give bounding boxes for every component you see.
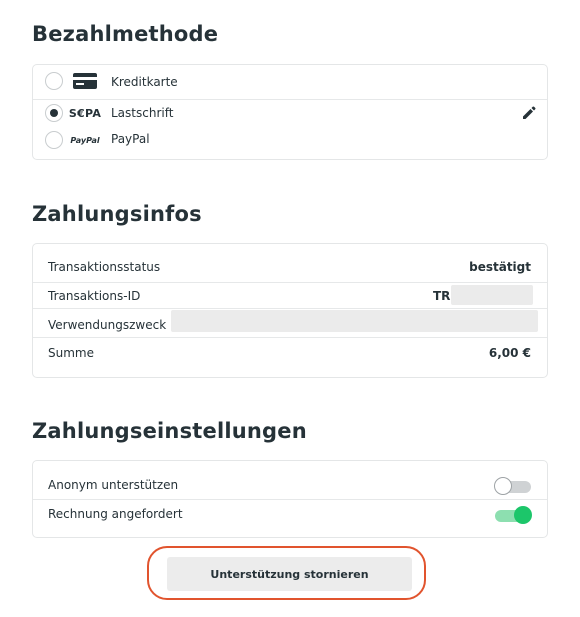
info-label: Transaktions-ID [48,289,141,303]
status-value: bestätigt [469,260,531,274]
payment-option-lastschrift[interactable]: S€PA Lastschrift [33,99,547,127]
payment-info-card: Transaktionsstatus bestätigt Transaktion… [32,243,548,378]
payment-option-label: PayPal [111,132,150,146]
payment-settings-title: Zahlungseinstellungen [32,419,307,443]
payment-info-title: Zahlungsinfos [32,202,202,226]
info-label: Summe [48,346,94,360]
toggle-knob [514,506,532,524]
payment-option-paypal[interactable]: PayPal PayPal [33,127,547,155]
sum-value: 6,00 € [488,346,531,360]
setting-row-anonymous: Anonym unterstützen [33,473,547,499]
setting-row-invoice: Rechnung angefordert [33,501,547,527]
anonymous-toggle[interactable] [494,477,531,495]
radio-kreditkarte[interactable] [45,72,63,90]
toggle-knob [494,477,512,495]
info-row-purpose: Verwendungszweck [33,310,547,336]
radio-lastschrift[interactable] [45,104,63,122]
divider [33,337,547,338]
info-label: Transaktionsstatus [48,260,161,274]
cancel-support-button[interactable]: Unterstützung stornieren [167,557,412,591]
setting-label: Anonym unterstützen [48,478,179,492]
divider [33,308,547,309]
payment-option-kreditkarte[interactable]: Kreditkarte [33,67,547,95]
pencil-icon[interactable] [521,105,537,121]
transaction-id-value: TR [433,289,451,303]
info-label: Verwendungszweck [48,318,167,332]
payment-method-title: Bezahlmethode [32,22,219,46]
paypal-logo: PayPal [70,135,100,145]
payment-method-card: Kreditkarte S€PA Lastschrift PayPal PayP… [32,64,548,160]
payment-settings-card: Anonym unterstützen Rechnung angefordert [32,460,548,538]
redacted-value [451,285,533,305]
redacted-value [171,310,538,332]
radio-paypal[interactable] [45,131,63,149]
payment-option-label: Lastschrift [111,106,174,120]
invoice-toggle[interactable] [495,506,532,524]
info-row-sum: Summe 6,00 € [33,340,547,366]
divider [33,499,547,500]
divider [33,282,547,283]
info-row-transaction-id: Transaktions-ID TR [33,284,547,310]
sepa-logo: S€PA [68,106,102,120]
info-row-status: Transaktionsstatus bestätigt [33,254,547,280]
payment-option-label: Kreditkarte [111,75,178,89]
credit-card-icon [71,73,99,89]
setting-label: Rechnung angefordert [48,507,183,521]
